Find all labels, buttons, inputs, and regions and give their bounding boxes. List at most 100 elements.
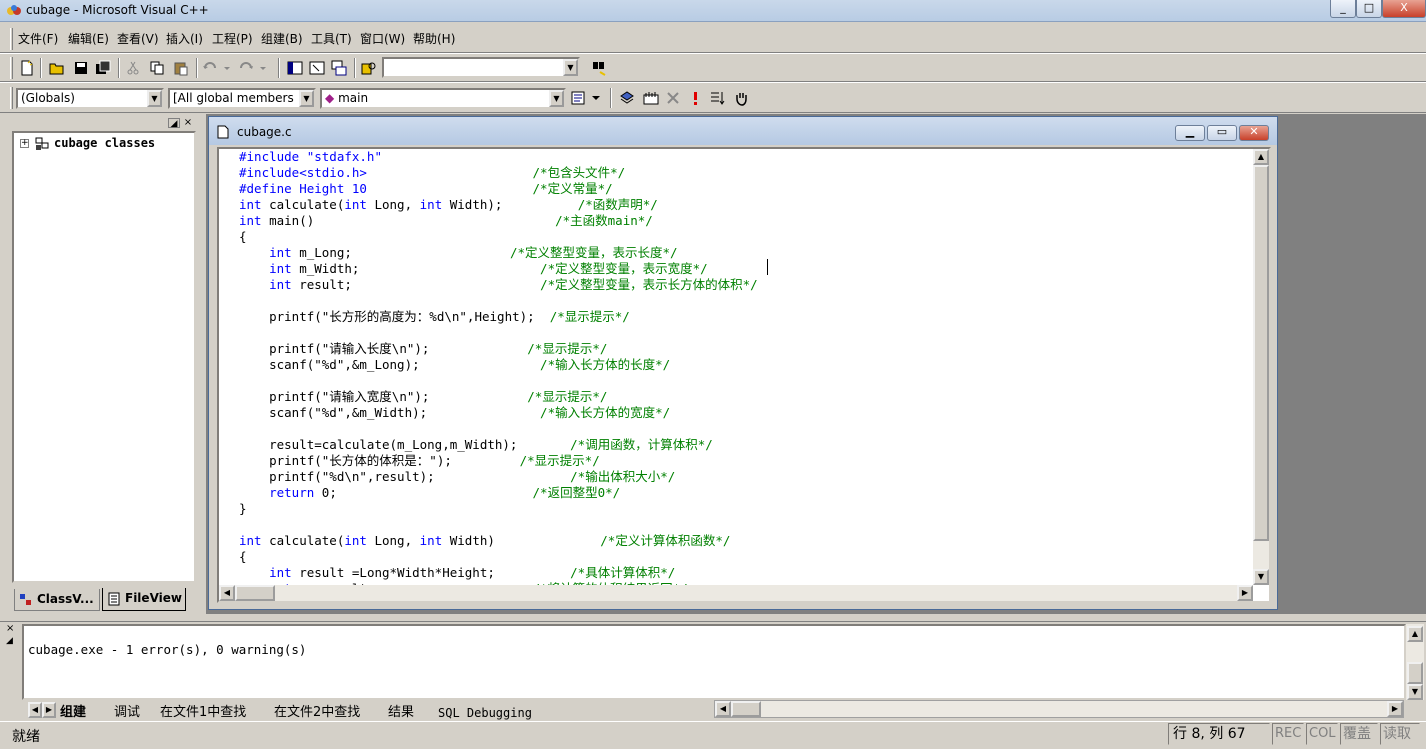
new-file-icon[interactable] (16, 57, 38, 79)
app-logo-icon (7, 5, 21, 15)
workspace-icon[interactable] (284, 57, 306, 79)
output-scroll-thumb[interactable] (1407, 662, 1423, 684)
paste-icon[interactable] (170, 57, 192, 79)
close-button[interactable]: X (1382, 0, 1426, 18)
window-list-icon[interactable] (328, 57, 350, 79)
tree-root-label[interactable]: cubage classes (54, 136, 155, 150)
tab-fileview[interactable]: FileView (102, 588, 186, 611)
code-line: result=calculate(m_Long,m_Width); /*调用函数… (239, 437, 713, 452)
close-output-icon[interactable]: × (6, 624, 18, 634)
output-horizontal-scrollbar[interactable]: ◀ ▶ (714, 700, 1404, 718)
output-scroll-up-icon[interactable]: ▲ (1407, 626, 1423, 642)
status-col: COL (1306, 723, 1338, 745)
find-combo[interactable]: ▼ (382, 57, 580, 78)
menu-item-7[interactable]: 窗口(W) (358, 30, 407, 48)
scroll-left-icon[interactable]: ◀ (219, 585, 235, 601)
undo-icon[interactable] (200, 57, 234, 79)
restore-panel-icon[interactable]: ◢ (168, 118, 180, 129)
output-scroll-right-icon[interactable]: ▶ (1387, 701, 1403, 717)
output-hscroll-thumb[interactable] (731, 701, 761, 717)
toolbar-grip[interactable] (10, 57, 13, 79)
menu-item-5[interactable]: 组建(B) (259, 30, 305, 48)
output-tab-4[interactable]: 结果 (388, 704, 414, 722)
code-line: printf("%d\n",result); /*输出体积大小*/ (239, 469, 676, 484)
menu-item-8[interactable]: 帮助(H) (411, 30, 457, 48)
code-line: { (239, 549, 247, 564)
code-text[interactable]: #include "stdafx.h" #include<stdio.h> /*包… (239, 149, 1249, 585)
fileview-icon (108, 592, 120, 606)
code-line: { (239, 229, 247, 244)
chevron-down-icon[interactable]: ▼ (147, 90, 162, 107)
maximize-button[interactable]: □ (1356, 0, 1382, 18)
menu-item-2[interactable]: 查看(V) (115, 30, 161, 48)
scroll-down-icon[interactable]: ▼ (1253, 569, 1269, 585)
minimize-button[interactable]: _ (1330, 0, 1356, 18)
stop-build-icon[interactable] (662, 87, 684, 109)
compile-icon[interactable] (616, 87, 638, 109)
output-scroll-down-icon[interactable]: ▼ (1407, 684, 1423, 700)
menu-item-0[interactable]: 文件(F) (16, 30, 60, 48)
output-vertical-scrollbar[interactable]: ▲ ▼ (1406, 624, 1424, 700)
redo-icon[interactable] (236, 57, 270, 79)
execute-icon[interactable] (684, 87, 706, 109)
scroll-right-icon[interactable]: ▶ (1237, 585, 1253, 601)
code-line: return 0; /*返回整型0*/ (269, 485, 621, 500)
cut-icon[interactable] (122, 57, 144, 79)
horizontal-scrollbar[interactable]: ◀ ▶ (219, 585, 1253, 601)
chevron-down-icon[interactable]: ▼ (563, 59, 578, 76)
breakpoint-hand-icon[interactable] (730, 87, 752, 109)
find-icon[interactable] (588, 57, 610, 79)
scroll-thumb[interactable] (1253, 165, 1269, 541)
filter-combo[interactable]: [All global members ▼ (168, 88, 316, 109)
menu-item-6[interactable]: 工具(T) (309, 30, 354, 48)
chevron-down-icon[interactable]: ▼ (299, 90, 314, 107)
menu-item-3[interactable]: 插入(I) (164, 30, 205, 48)
expand-icon[interactable]: + (20, 139, 29, 148)
output-tab-0[interactable]: 组建 (60, 704, 86, 722)
build-icon[interactable] (640, 87, 662, 109)
restore-output-icon[interactable]: ◢ (6, 636, 18, 646)
output-scroll-left-icon[interactable]: ◀ (715, 701, 731, 717)
wizardbar-grip[interactable] (10, 87, 13, 109)
output-window-icon[interactable] (306, 57, 328, 79)
open-folder-icon[interactable] (46, 57, 68, 79)
save-all-icon[interactable] (92, 57, 114, 79)
code-area[interactable]: #include "stdafx.h" #include<stdio.h> /*包… (217, 147, 1271, 603)
copy-icon[interactable] (146, 57, 168, 79)
output-tab-3[interactable]: 在文件2中查找 (274, 704, 360, 722)
output-text: cubage.exe - 1 error(s), 0 warning(s) (28, 642, 307, 657)
editor-close-button[interactable]: ✕ (1239, 125, 1269, 141)
scroll-up-icon[interactable]: ▲ (1253, 149, 1269, 165)
window-title: cubage - Microsoft Visual C++ (26, 3, 209, 17)
code-line: int m_Width; /*定义整型变量，表示宽度*/ (269, 261, 708, 276)
find-in-files-icon[interactable] (358, 57, 380, 79)
output-tab-5[interactable]: SQL Debugging (438, 704, 532, 722)
hscroll-thumb[interactable] (235, 585, 275, 601)
chevron-down-icon[interactable]: ▼ (549, 90, 564, 107)
menu-item-4[interactable]: 工程(P) (210, 30, 255, 48)
go-icon[interactable] (706, 87, 728, 109)
class-combo[interactable]: (Globals) ▼ (16, 88, 164, 109)
code-line: int result =Long*Width*Height; /*具体计算体积*… (269, 565, 676, 580)
output-tab-2[interactable]: 在文件1中查找 (160, 704, 246, 722)
tabs-left-icon[interactable]: ◀ (28, 702, 42, 718)
editor-minimize-button[interactable]: ▁ (1175, 125, 1205, 141)
menu-item-1[interactable]: 编辑(E) (66, 30, 111, 48)
tab-classview[interactable]: ClassV... (14, 589, 100, 611)
vertical-scrollbar[interactable]: ▲ ▼ (1253, 149, 1269, 585)
menubar-grip[interactable] (10, 28, 13, 50)
class-tree[interactable]: + cubage classes (12, 131, 196, 583)
member-combo[interactable]: ◆ main ▼ (320, 88, 566, 109)
wizard-action-icon[interactable] (568, 87, 604, 109)
save-icon[interactable] (70, 57, 92, 79)
output-panel[interactable]: cubage.exe - 1 error(s), 0 warning(s) (22, 624, 1406, 700)
tabs-right-icon[interactable]: ▶ (42, 702, 56, 718)
close-panel-icon[interactable]: × (182, 118, 194, 128)
gutter (219, 149, 239, 585)
editor-filename: cubage.c (237, 125, 292, 139)
editor-restore-button[interactable]: ▭ (1207, 125, 1237, 141)
output-tab-1[interactable]: 调试 (114, 704, 140, 722)
